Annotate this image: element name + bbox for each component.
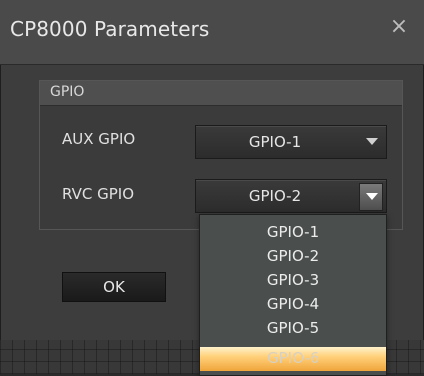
aux-gpio-value: GPIO-1 xyxy=(248,133,302,151)
dropdown-option[interactable]: GPIO-3 xyxy=(200,269,386,293)
gpio-group-title: GPIO xyxy=(50,84,85,100)
dropdown-option[interactable]: GPIO-5 xyxy=(200,317,386,341)
dropdown-option[interactable]: GPIO-2 xyxy=(200,245,386,269)
rvc-gpio-select[interactable]: GPIO-2 xyxy=(195,179,387,213)
dropdown-toggle-button[interactable] xyxy=(359,183,383,211)
rvc-gpio-dropdown-list: GPIO-1 GPIO-2 GPIO-3 GPIO-4 GPIO-5 GPIO-… xyxy=(199,214,387,376)
aux-gpio-label: AUX GPIO xyxy=(62,130,136,148)
parameters-window: CP8000 Parameters × GPIO AUX GPIO GPIO-1… xyxy=(0,0,424,376)
rvc-gpio-label: RVC GPIO xyxy=(62,185,135,203)
dropdown-option-selected[interactable]: GPIO-6 xyxy=(200,347,386,371)
dropdown-option[interactable]: GPIO-1 xyxy=(200,221,386,245)
ok-button[interactable]: OK xyxy=(62,272,166,302)
close-icon[interactable]: × xyxy=(388,16,410,38)
title-bar: CP8000 Parameters × xyxy=(0,0,424,65)
window-title: CP8000 Parameters xyxy=(10,17,210,41)
chevron-down-icon xyxy=(366,193,378,200)
gpio-group-header: GPIO xyxy=(40,81,402,106)
chevron-down-icon xyxy=(366,138,378,145)
dropdown-option[interactable]: GPIO-4 xyxy=(200,293,386,317)
rvc-gpio-value: GPIO-2 xyxy=(248,187,302,205)
aux-gpio-select[interactable]: GPIO-1 xyxy=(195,125,387,159)
